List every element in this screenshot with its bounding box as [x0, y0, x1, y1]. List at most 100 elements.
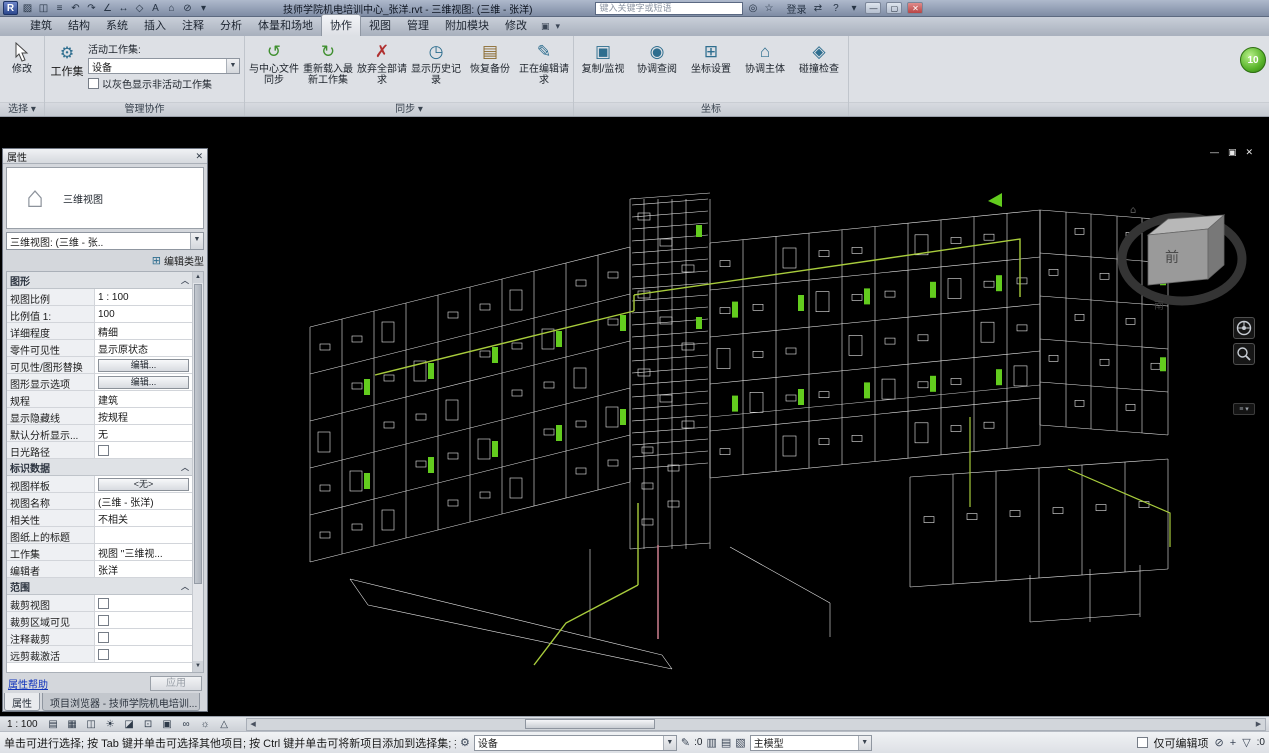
editing-requests-icon[interactable]: ✎ [681, 736, 690, 749]
tab-structure[interactable]: 结构 [60, 15, 98, 36]
visibility-graphics-edit-button[interactable]: 编辑... [98, 359, 189, 372]
graphic-display-options-edit-button[interactable]: 编辑... [98, 376, 189, 389]
scroll-up-icon[interactable]: ▲ [193, 272, 203, 283]
property-value[interactable]: 1 : 100 [95, 289, 192, 305]
horizontal-scrollbar[interactable]: ◀ ▶ [246, 718, 1266, 731]
annotation-crop-checkbox[interactable] [98, 632, 109, 643]
tab-view[interactable]: 视图 [361, 15, 399, 36]
type-selector-dropdown[interactable]: 三维视图: (三维 - 张.. ▼ [6, 232, 204, 250]
property-value[interactable]: 100 [95, 306, 192, 322]
view-minimize-icon[interactable]: — [1210, 147, 1219, 158]
qat-customize-arrow-icon[interactable]: ▾ [197, 3, 210, 14]
undo-icon[interactable]: ↶ [69, 3, 82, 14]
favorites-star-icon[interactable]: ☆ [762, 3, 775, 14]
property-value[interactable] [95, 527, 192, 543]
binoculars-icon[interactable]: ◎ [746, 3, 759, 14]
edit-type-button[interactable]: ⊞ 编辑类型 [6, 251, 204, 269]
show-crop-region-icon[interactable]: ▣ [160, 718, 175, 731]
property-value[interactable]: 显示原状态 [95, 340, 192, 356]
reveal-hidden-elements-icon[interactable]: ☼ [198, 718, 213, 731]
copy-monitor-button[interactable]: ▣ 复制/监视 [576, 37, 630, 101]
property-value[interactable]: (三维 - 张洋) [95, 493, 192, 509]
far-clip-active-checkbox[interactable] [98, 649, 109, 660]
exclude-options-icon[interactable]: ⊘ [1215, 736, 1224, 749]
properties-header[interactable]: 属性 ✕ [3, 149, 207, 164]
section-extents[interactable]: 范围︿ [7, 578, 192, 595]
search-input[interactable] [595, 2, 743, 15]
status-workset-dropdown[interactable]: 设备 ▼ [474, 735, 677, 751]
interference-check-button[interactable]: ◈ 碰撞检查 [792, 37, 846, 101]
press-drag-icon[interactable]: + [1230, 737, 1236, 749]
sun-path-checkbox[interactable] [98, 445, 109, 456]
exchange-apps-icon[interactable]: ⇄ [811, 3, 824, 14]
section-identity-data[interactable]: 标识数据︿ [7, 459, 192, 476]
tab-insert[interactable]: 插入 [136, 15, 174, 36]
reload-latest-button[interactable]: ↻ 重新载入最新工作集 [301, 37, 355, 101]
analytical-model-icon[interactable]: △ [217, 718, 232, 731]
view-template-button[interactable]: <无> [98, 478, 189, 491]
editing-requests-button[interactable]: ✎ 正在编辑请求 [517, 37, 571, 101]
tab-manage[interactable]: 管理 [399, 15, 437, 36]
tab-systems[interactable]: 系统 [98, 15, 136, 36]
tab-modify[interactable]: 修改 [497, 15, 535, 36]
ribbon-display-toggle-icon[interactable]: ▣ [541, 21, 550, 32]
app-menu-button[interactable]: R [3, 1, 18, 15]
default-3d-view-icon[interactable]: ⌂ [165, 3, 178, 14]
print-icon[interactable]: ≡ [53, 3, 66, 14]
worksets-button[interactable]: ⚙ 工作集 [49, 39, 85, 99]
tab-massing-site[interactable]: 体量和场地 [250, 15, 321, 36]
crop-region-visible-checkbox[interactable] [98, 615, 109, 626]
section-graphics[interactable]: 图形︿ [7, 272, 192, 289]
maximize-button[interactable]: ▢ [886, 2, 902, 14]
crop-view-checkbox[interactable] [98, 598, 109, 609]
close-button[interactable]: ✕ [907, 2, 923, 14]
help-arrow-icon[interactable]: ▾ [847, 3, 860, 14]
worksharing-display-icon[interactable]: ▥ [706, 736, 716, 749]
crop-view-icon[interactable]: ⊡ [141, 718, 156, 731]
scroll-down-icon[interactable]: ▼ [193, 661, 203, 672]
view-close-icon[interactable]: ✕ [1245, 147, 1253, 158]
tab-architecture[interactable]: 建筑 [22, 15, 60, 36]
coordination-review-button[interactable]: ◉ 协调查阅 [630, 37, 684, 101]
shadows-icon[interactable]: ◪ [122, 718, 137, 731]
property-value[interactable]: 建筑 [95, 391, 192, 407]
tag-icon[interactable]: ◇ [133, 3, 146, 14]
coordination-host-button[interactable]: ⌂ 协调主体 [738, 37, 792, 101]
steering-wheel-button[interactable] [1233, 317, 1255, 339]
property-value[interactable]: 张洋 [95, 561, 192, 577]
restore-backup-button[interactable]: ▤ 恢复备份 [463, 37, 517, 101]
panel-label-coordinate[interactable]: 坐标 [574, 102, 848, 116]
panel-label-manage-collaboration[interactable]: 管理协作 [45, 102, 244, 116]
scrollbar-thumb[interactable] [525, 719, 655, 729]
active-workset-dropdown[interactable]: 设备 ▼ [88, 58, 240, 74]
properties-scrollbar[interactable]: ▲ ▼ [192, 272, 203, 672]
help-icon[interactable]: ? [829, 3, 842, 14]
editable-only-checkbox[interactable] [1137, 737, 1148, 748]
paper-size-icon[interactable]: ▤ [46, 718, 61, 731]
ribbon-display-arrow-icon[interactable]: ▾ [556, 21, 561, 32]
property-value[interactable]: 视图 "三维视... [95, 544, 192, 560]
coordination-settings-button[interactable]: ⊞ 坐标设置 [684, 37, 738, 101]
temporary-hide-isolate-icon[interactable]: ∞ [179, 718, 194, 731]
sync-with-central-button[interactable]: ↺ 与中心文件同步 [247, 37, 301, 101]
gray-inactive-checkbox[interactable] [88, 78, 99, 89]
zoom-button[interactable] [1233, 343, 1255, 365]
dimension-icon[interactable]: ↔ [117, 3, 130, 14]
tab-collaborate[interactable]: 协作 [321, 14, 361, 36]
tab-analyze[interactable]: 分析 [212, 15, 250, 36]
scroll-left-icon[interactable]: ◀ [247, 720, 260, 728]
navigation-bar-menu[interactable]: ≡ ▾ [1233, 403, 1255, 415]
visual-style-icon[interactable]: ◫ [84, 718, 99, 731]
apply-button[interactable]: 应用 [150, 676, 202, 691]
detail-level-icon[interactable]: ▦ [65, 718, 80, 731]
type-selector-preview[interactable]: ⌂ 三维视图 [6, 167, 204, 229]
section-icon[interactable]: ⊘ [181, 3, 194, 14]
redo-icon[interactable]: ↷ [85, 3, 98, 14]
design-option-dropdown[interactable]: 主模型 ▼ [750, 735, 872, 751]
text-icon[interactable]: A [149, 3, 162, 14]
property-value[interactable]: 不相关 [95, 510, 192, 526]
scroll-right-icon[interactable]: ▶ [1252, 720, 1265, 728]
notification-badge[interactable]: 10 [1240, 47, 1266, 73]
show-history-button[interactable]: ◷ 显示历史记录 [409, 37, 463, 101]
save-icon[interactable]: ◫ [37, 3, 50, 14]
